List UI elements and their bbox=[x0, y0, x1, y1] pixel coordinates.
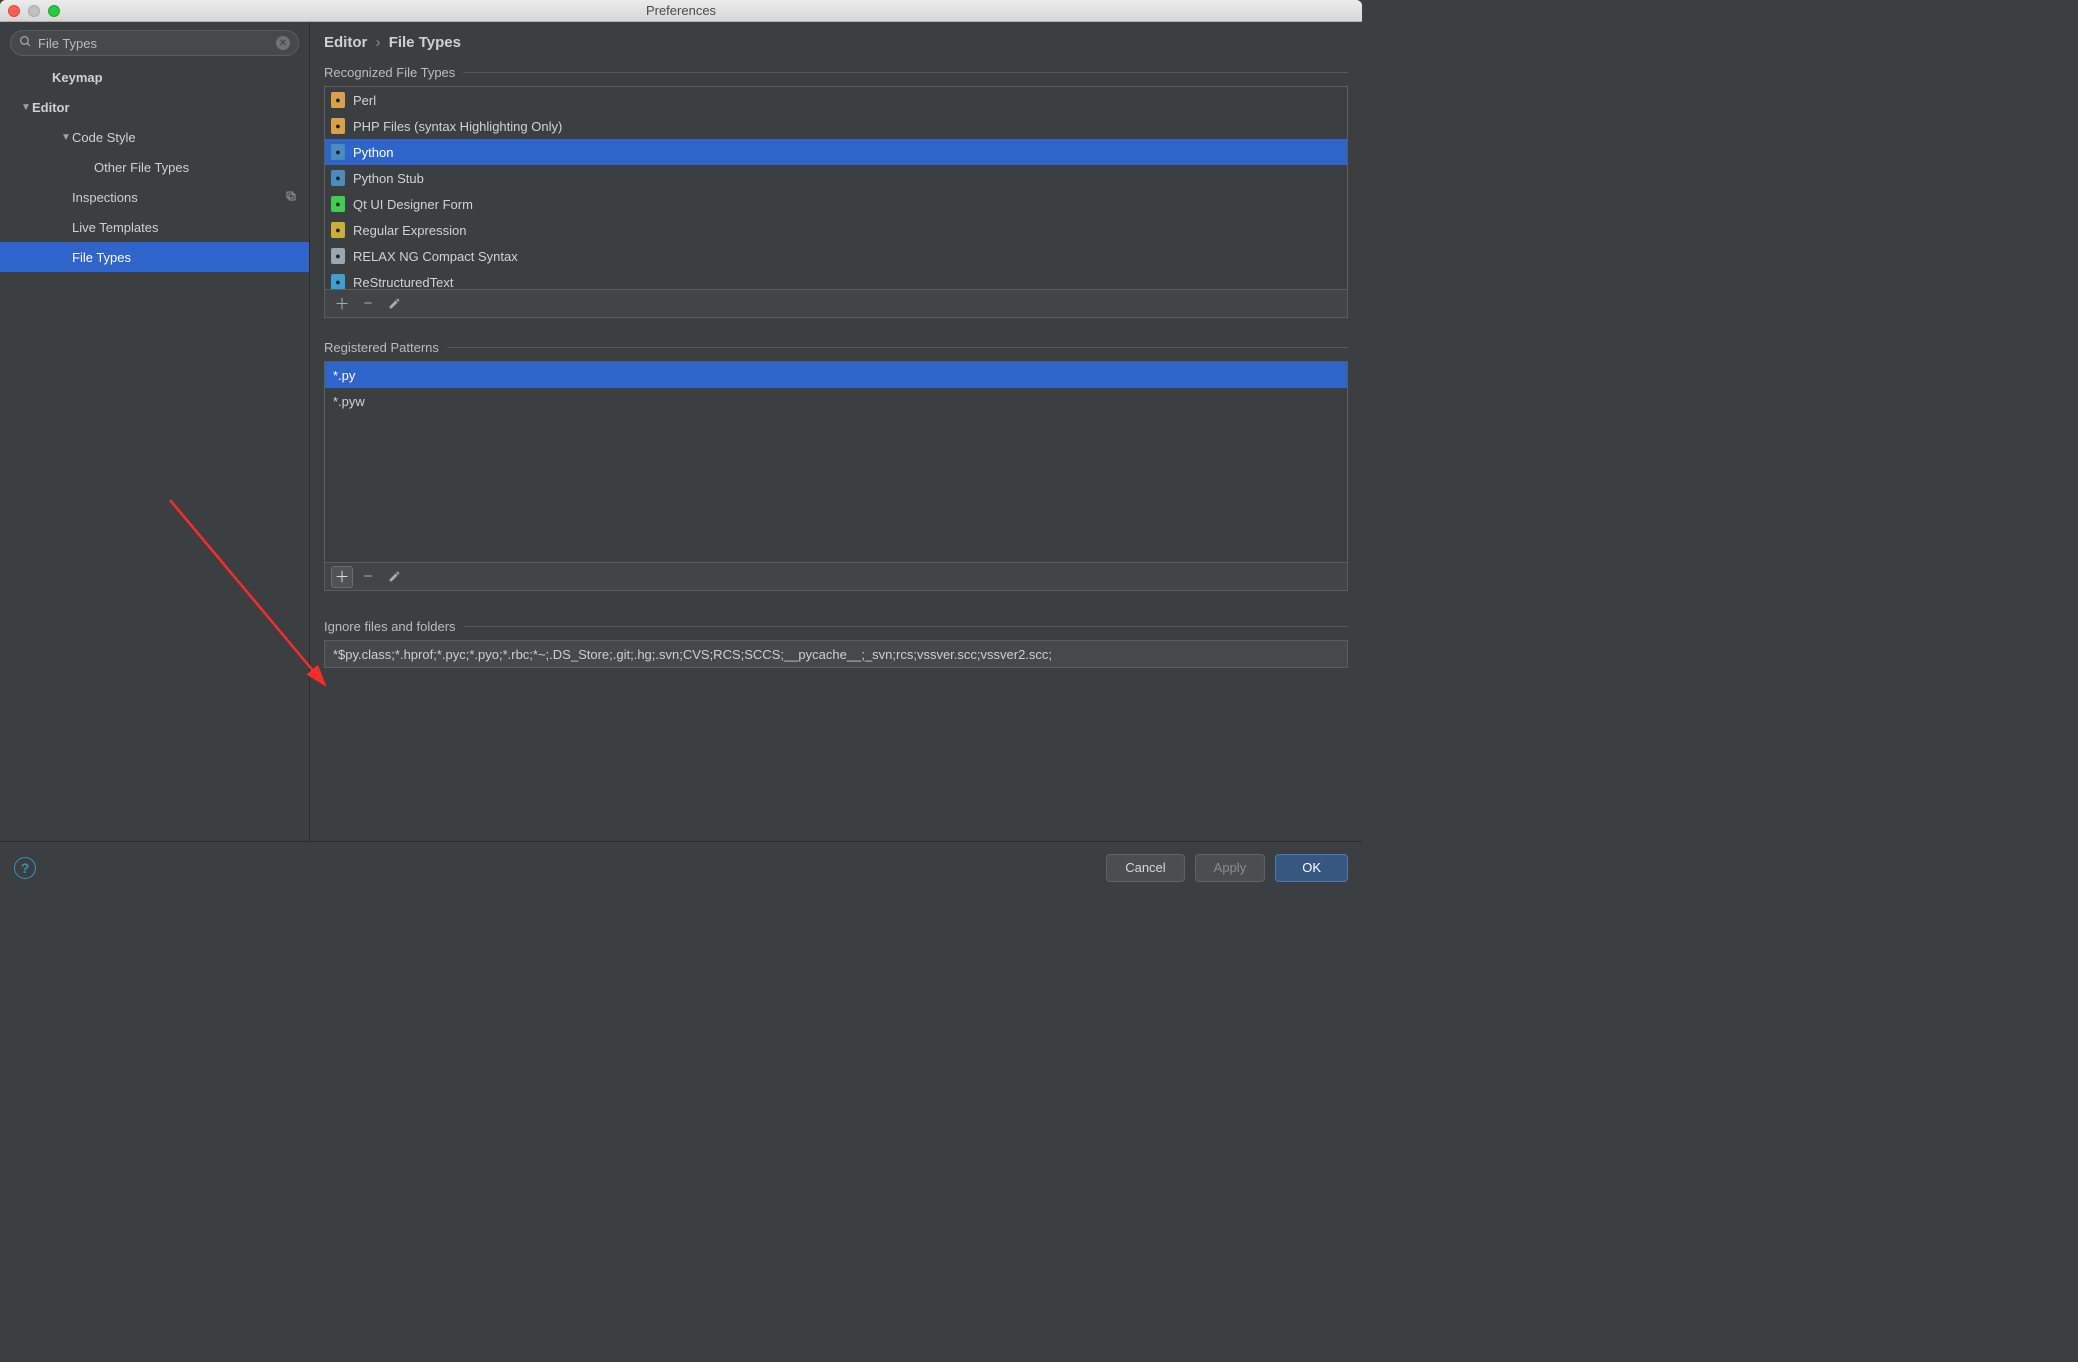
ignore-files-label: Ignore files and folders bbox=[324, 619, 1348, 634]
dialog-footer: ? Cancel Apply OK bbox=[0, 841, 1362, 893]
file-icon: ● bbox=[331, 222, 345, 238]
apply-button[interactable]: Apply bbox=[1195, 854, 1266, 882]
ok-button[interactable]: OK bbox=[1275, 854, 1348, 882]
file-icon: ● bbox=[331, 196, 345, 212]
search-input[interactable]: ✕ bbox=[10, 30, 299, 56]
pattern-label: *.py bbox=[333, 368, 355, 383]
preferences-window: Preferences ✕ Keymap▼Editor▼Code StyleOt… bbox=[0, 0, 1362, 893]
breadcrumb-leaf: File Types bbox=[389, 34, 461, 51]
filetype-row[interactable]: ● ReStructuredText bbox=[325, 269, 1347, 289]
clear-search-icon[interactable]: ✕ bbox=[276, 36, 290, 50]
filetype-row[interactable]: ● Python bbox=[325, 139, 1347, 165]
filetype-label: Python Stub bbox=[353, 171, 424, 186]
filetype-label: ReStructuredText bbox=[353, 275, 453, 290]
chevron-right-icon: › bbox=[372, 34, 385, 51]
cancel-button[interactable]: Cancel bbox=[1106, 854, 1184, 882]
filetypes-toolbar: ＋ − bbox=[325, 289, 1347, 317]
filetype-label: Qt UI Designer Form bbox=[353, 197, 473, 212]
sidebar-item-other-file-types[interactable]: Other File Types bbox=[0, 152, 309, 182]
filetype-row[interactable]: ● Perl bbox=[325, 87, 1347, 113]
sidebar-item-label: Other File Types bbox=[94, 160, 189, 175]
sidebar-item-label: Inspections bbox=[72, 190, 138, 205]
breadcrumb: Editor › File Types bbox=[324, 34, 1348, 51]
file-icon: ● bbox=[331, 92, 345, 108]
patterns-toolbar: ＋ − bbox=[325, 562, 1347, 590]
filetype-label: Perl bbox=[353, 93, 376, 108]
sidebar-item-code-style[interactable]: ▼Code Style bbox=[0, 122, 309, 152]
chevron-down-icon: ▼ bbox=[20, 102, 32, 113]
file-icon: ● bbox=[331, 144, 345, 160]
remove-pattern-button[interactable]: − bbox=[357, 566, 379, 588]
file-icon: ● bbox=[331, 118, 345, 134]
settings-tree: Keymap▼Editor▼Code StyleOther File Types… bbox=[0, 62, 309, 841]
pattern-label: *.pyw bbox=[333, 394, 365, 409]
pattern-row[interactable]: *.pyw bbox=[325, 388, 1347, 414]
recognized-file-types-list[interactable]: ● Perl ● PHP Files (syntax Highlighting Onl… bbox=[324, 86, 1348, 318]
file-icon: ● bbox=[331, 274, 345, 289]
sidebar-item-live-templates[interactable]: Live Templates bbox=[0, 212, 309, 242]
sidebar-item-label: Code Style bbox=[72, 130, 136, 145]
sidebar-item-label: Keymap bbox=[52, 70, 103, 85]
sidebar-item-label: File Types bbox=[72, 250, 131, 265]
recognized-file-types-label: Recognized File Types bbox=[324, 65, 1348, 80]
search-icon bbox=[19, 35, 32, 51]
filetype-row[interactable]: ● PHP Files (syntax Highlighting Only) bbox=[325, 113, 1347, 139]
edit-filetype-button[interactable] bbox=[383, 293, 405, 315]
filetype-label: Python bbox=[353, 145, 393, 160]
search-field[interactable] bbox=[38, 36, 270, 51]
file-icon: ● bbox=[331, 170, 345, 186]
sidebar-item-label: Live Templates bbox=[72, 220, 158, 235]
pattern-row[interactable]: *.py bbox=[325, 362, 1347, 388]
filetype-label: PHP Files (syntax Highlighting Only) bbox=[353, 119, 562, 134]
filetype-label: RELAX NG Compact Syntax bbox=[353, 249, 518, 264]
filetype-row[interactable]: ● RELAX NG Compact Syntax bbox=[325, 243, 1347, 269]
main-panel: Editor › File Types Recognized File Type… bbox=[310, 22, 1362, 841]
remove-filetype-button[interactable]: − bbox=[357, 293, 379, 315]
sidebar-item-inspections[interactable]: Inspections bbox=[0, 182, 309, 212]
sidebar-item-label: Editor bbox=[32, 100, 70, 115]
registered-patterns-label: Registered Patterns bbox=[324, 340, 1348, 355]
filetype-row[interactable]: ● Regular Expression bbox=[325, 217, 1347, 243]
help-button[interactable]: ? bbox=[14, 857, 36, 879]
titlebar: Preferences bbox=[0, 0, 1362, 22]
sidebar-item-editor[interactable]: ▼Editor bbox=[0, 92, 309, 122]
ignore-files-input[interactable] bbox=[324, 640, 1348, 668]
registered-patterns-list[interactable]: *.py *.pyw ＋ − bbox=[324, 361, 1348, 591]
edit-pattern-button[interactable] bbox=[383, 566, 405, 588]
filetype-row[interactable]: ● Qt UI Designer Form bbox=[325, 191, 1347, 217]
chevron-down-icon: ▼ bbox=[60, 132, 72, 143]
sidebar-item-file-types[interactable]: File Types bbox=[0, 242, 309, 272]
add-pattern-button[interactable]: ＋ bbox=[331, 566, 353, 588]
filetype-label: Regular Expression bbox=[353, 223, 466, 238]
sidebar-item-keymap[interactable]: Keymap bbox=[0, 62, 309, 92]
sidebar: ✕ Keymap▼Editor▼Code StyleOther File Typ… bbox=[0, 22, 310, 841]
file-icon: ● bbox=[331, 248, 345, 264]
filetype-row[interactable]: ● Python Stub bbox=[325, 165, 1347, 191]
breadcrumb-root: Editor bbox=[324, 34, 367, 51]
window-title: Preferences bbox=[0, 3, 1362, 18]
copy-icon bbox=[285, 190, 297, 205]
add-filetype-button[interactable]: ＋ bbox=[331, 293, 353, 315]
